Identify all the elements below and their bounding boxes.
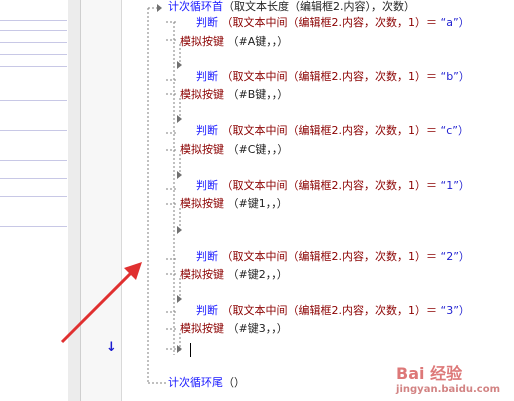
annotation-arrow-icon [60, 262, 142, 344]
watermark-logo: Bai 经验 [396, 364, 463, 383]
watermark: Bai 经验 jingyan.baidu.com [396, 360, 500, 395]
watermark-url: jingyan.baidu.com [396, 384, 500, 395]
